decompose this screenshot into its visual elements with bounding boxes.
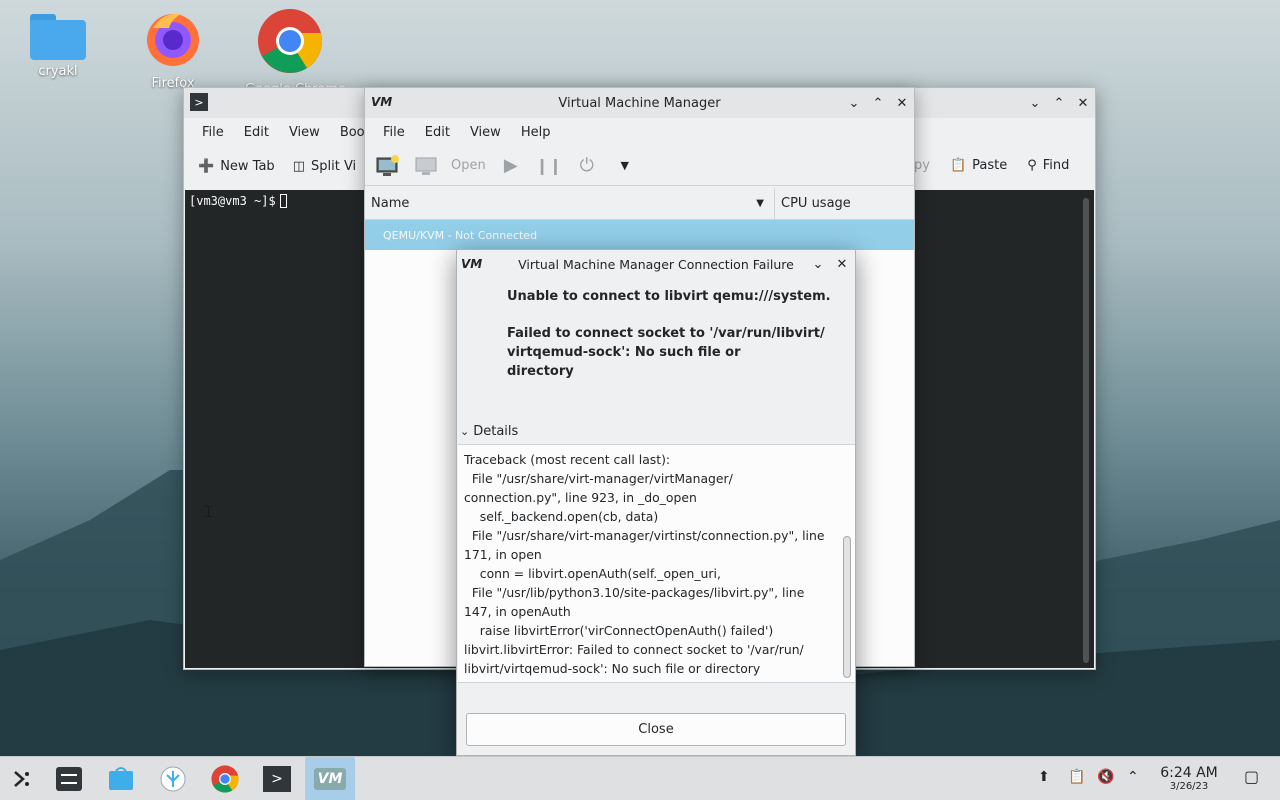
minimize-icon[interactable]: ⌄ <box>1026 94 1044 112</box>
desktop-icon-chrome[interactable]: Google Chrome <box>245 8 346 97</box>
close-icon[interactable]: ✕ <box>833 255 851 273</box>
discover-store-icon[interactable] <box>104 763 138 795</box>
new-tab-icon: ➕ <box>198 158 215 174</box>
chrome-icon[interactable] <box>208 763 242 795</box>
play-icon[interactable]: ▶ <box>498 153 524 179</box>
menu-file[interactable]: File <box>194 123 232 142</box>
split-view-icon: ◫ <box>292 158 305 174</box>
monitor-icon[interactable] <box>413 153 439 179</box>
close-icon[interactable]: ✕ <box>893 94 911 112</box>
menu-help[interactable]: Help <box>513 123 559 142</box>
dialog-titlebar[interactable]: VM Virtual Machine Manager Connection Fa… <box>457 250 855 279</box>
plasma-vault-icon[interactable] <box>156 763 190 795</box>
menu-edit[interactable]: Edit <box>236 123 277 142</box>
error-message: Unable to connect to libvirt qemu:///sys… <box>507 289 831 379</box>
find-button[interactable]: ⚲ Find <box>1027 158 1069 173</box>
power-icon[interactable]: ⏻ <box>574 153 600 179</box>
pause-icon[interactable]: ❙❙ <box>535 153 562 179</box>
update-icon[interactable]: ⬆ <box>1038 769 1050 785</box>
menu-edit[interactable]: Edit <box>417 123 458 142</box>
close-button[interactable]: Close <box>466 713 846 746</box>
clipboard-icon[interactable]: 📋 <box>1068 769 1085 785</box>
chevron-down-icon: ⌄ <box>460 425 470 438</box>
details-expander[interactable]: ⌄ Details <box>457 424 518 439</box>
vmm-toolbar: Open ▶ ❙❙ ⏻ ▼ <box>365 146 914 186</box>
menu-view[interactable]: View <box>281 123 328 142</box>
new-tab-button[interactable]: ➕ New Tab <box>198 159 275 174</box>
vmm-app-icon: VM <box>461 257 483 271</box>
vmm-taskbar-icon[interactable]: VM <box>305 757 355 800</box>
terminal-scrollbar[interactable] <box>1083 198 1089 663</box>
copy-button[interactable]: py <box>914 158 930 173</box>
vmm-title: Virtual Machine Manager <box>558 95 721 111</box>
mouse-cursor-icon: ⌶ <box>204 502 214 521</box>
new-vm-icon[interactable] <box>375 153 401 179</box>
paste-button[interactable]: 📋 Paste <box>950 158 1007 173</box>
terminal-prompt: [vm3@vm3 ~]$ <box>189 194 276 208</box>
folder-icon <box>28 10 88 60</box>
column-cpu[interactable]: CPU usage <box>775 188 851 219</box>
terminal-taskbar-icon[interactable]: > <box>260 763 294 795</box>
app-launcher-icon[interactable] <box>5 763 39 795</box>
desktop-icon-folder[interactable]: cryakl <box>13 10 103 79</box>
menu-file[interactable]: File <box>375 123 413 142</box>
maximize-icon[interactable]: ⌃ <box>869 94 887 112</box>
terminal-app-icon: > <box>190 93 208 111</box>
show-desktop-icon[interactable]: ▢ <box>1244 767 1259 786</box>
chevron-down-icon: ▼ <box>756 198 764 209</box>
terminal-cursor <box>279 194 287 208</box>
traceback-scrollbar[interactable] <box>843 536 851 678</box>
vmm-menubar: File Edit View Help <box>365 118 914 146</box>
paste-icon: 📋 <box>949 158 967 173</box>
desktop-icon-label: cryakl <box>38 64 78 79</box>
vmm-app-icon: VM <box>371 95 393 109</box>
minimize-icon[interactable]: ⌄ <box>845 94 863 112</box>
minimize-icon[interactable]: ⌄ <box>809 255 827 273</box>
connection-failure-dialog[interactable]: VM Virtual Machine Manager Connection Fa… <box>456 249 856 756</box>
chevron-down-icon[interactable]: ▼ <box>612 153 638 179</box>
dialog-title: Virtual Machine Manager Connection Failu… <box>518 257 794 272</box>
taskbar: > VM ⬆ 📋 🔇 ⌃ 6:24 AM 3/26/23 ▢ <box>0 756 1280 800</box>
system-settings-icon[interactable] <box>52 763 86 795</box>
maximize-icon[interactable]: ⌃ <box>1050 94 1068 112</box>
chevron-up-icon[interactable]: ⌃ <box>1127 769 1139 785</box>
vmm-titlebar[interactable]: VM Virtual Machine Manager ⌄ ⌃ ✕ <box>365 88 914 118</box>
open-button[interactable]: Open <box>451 158 486 173</box>
search-icon: ⚲ <box>1027 158 1037 173</box>
traceback-text[interactable]: Traceback (most recent call last): File … <box>458 444 855 683</box>
chrome-icon <box>258 9 322 73</box>
volume-muted-icon[interactable]: 🔇 <box>1097 769 1114 785</box>
list-item[interactable]: QEMU/KVM - Not Connected <box>365 220 914 250</box>
split-view-button[interactable]: ◫ Split Vi <box>293 159 356 174</box>
column-name[interactable]: Name ▼ <box>365 188 775 219</box>
menu-view[interactable]: View <box>462 123 509 142</box>
vm-list-header: Name ▼ CPU usage <box>365 188 914 220</box>
close-icon[interactable]: ✕ <box>1074 94 1092 112</box>
clock[interactable]: 6:24 AM 3/26/23 <box>1155 765 1223 792</box>
firefox-icon <box>147 13 199 66</box>
desktop-icon-firefox[interactable]: Firefox <box>128 8 218 91</box>
